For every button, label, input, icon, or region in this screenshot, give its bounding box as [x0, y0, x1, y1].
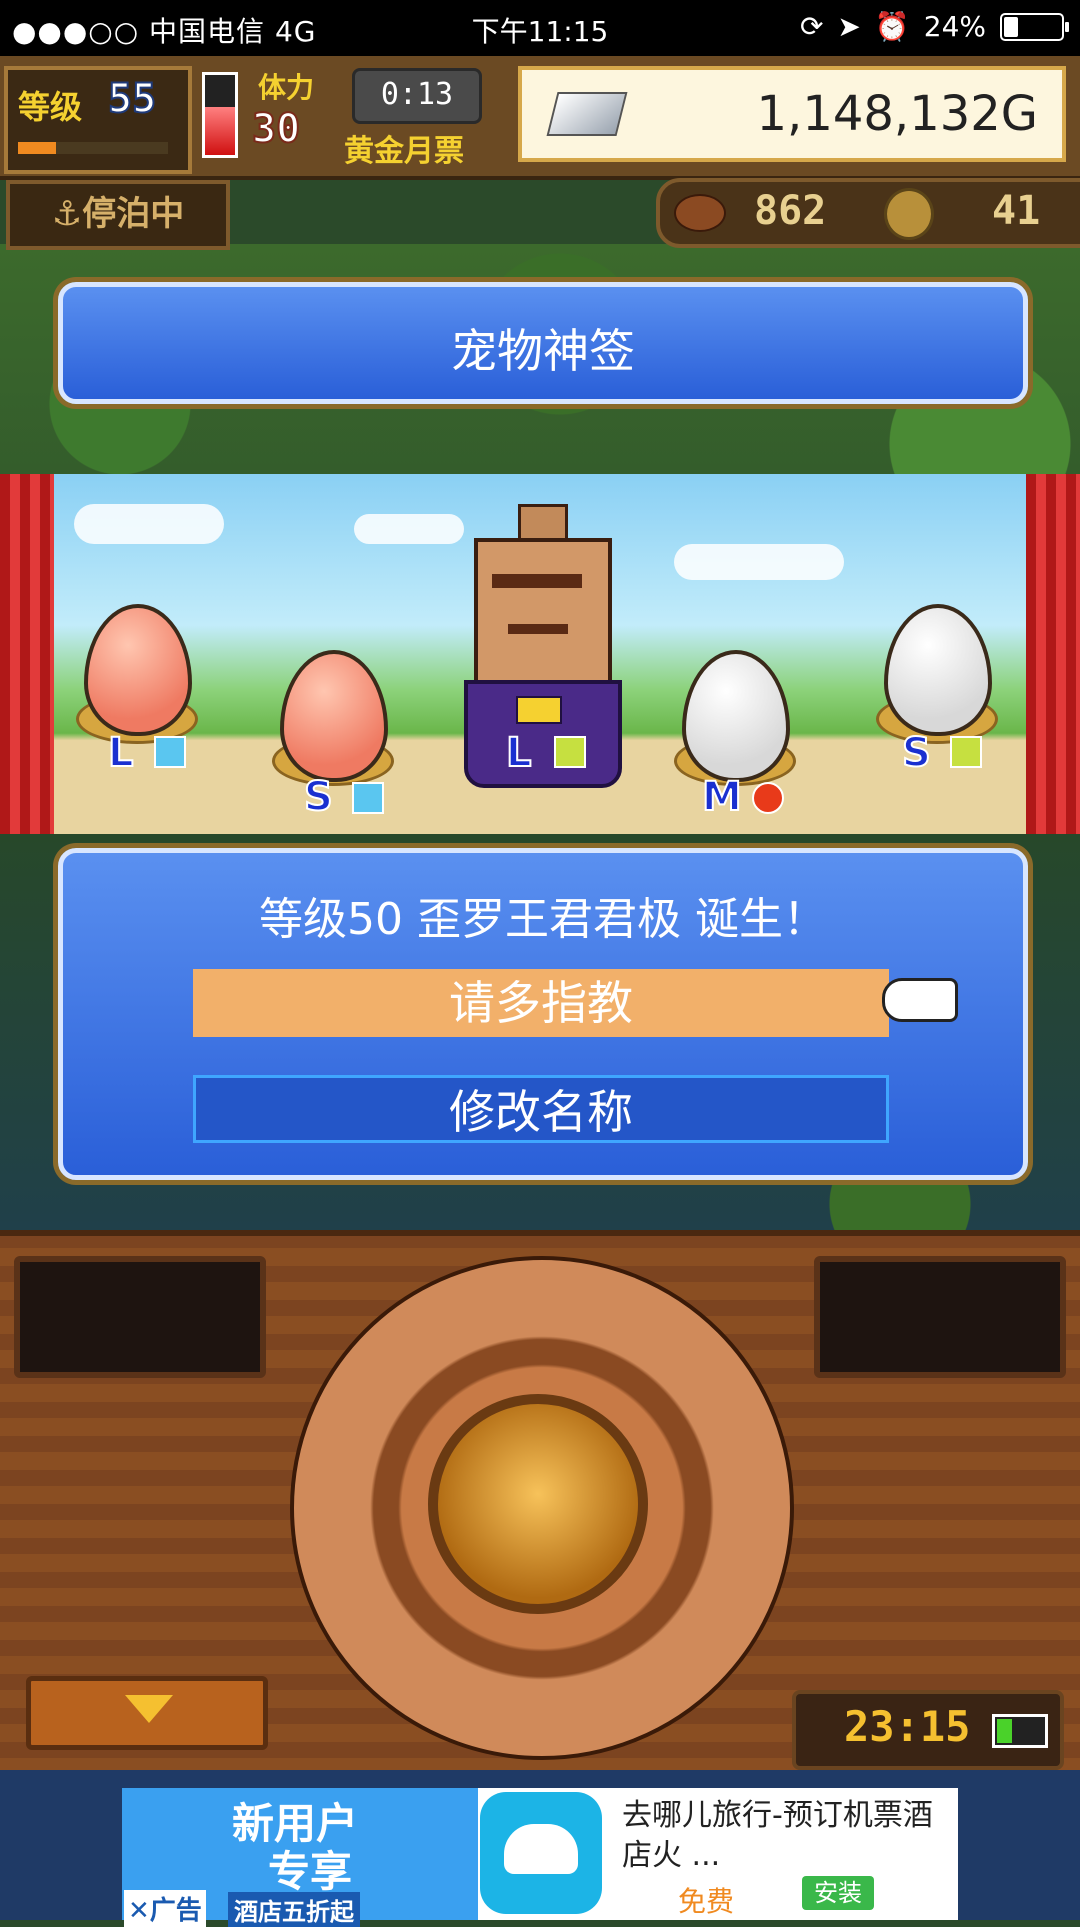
left-screen: [14, 1256, 266, 1378]
egg[interactable]: [84, 604, 192, 736]
scroll-down-button[interactable]: [26, 1676, 268, 1750]
ad-promo-line2: 专享: [268, 1847, 353, 1896]
panel-title: 宠物神签: [451, 324, 635, 378]
right-screen: [814, 1256, 1066, 1378]
status-bar: ●●●○○ 中国电信 4G 下午11:15 ⟳ ➤ ⏰ 24%: [0, 0, 1080, 56]
curtain-right: [1026, 474, 1080, 834]
center-action-button[interactable]: [428, 1394, 648, 1614]
level-progress-bar: [18, 142, 168, 154]
egg-size-label: M: [701, 773, 743, 821]
creature-brow: [492, 574, 582, 588]
ad-promo-image[interactable]: 新用户 专享 酒店五折起 ✕广告: [122, 1788, 478, 1927]
medal-icon: [884, 188, 934, 240]
rename-button[interactable]: 修改名称: [193, 1075, 889, 1143]
wind-gem-icon: [554, 736, 586, 768]
stamina-value: 30: [251, 105, 301, 153]
gold-box[interactable]: 1,148,132G: [518, 66, 1066, 162]
resource-bar: 862 41: [656, 178, 1080, 248]
ad-close-tag[interactable]: ✕广告: [124, 1890, 206, 1927]
fire-gem-icon: [752, 782, 784, 814]
cloud: [674, 544, 844, 580]
battery-icon: [1000, 12, 1069, 41]
stamina-gauge: [202, 72, 238, 158]
gold-amount: 1,148,132G: [756, 86, 1038, 142]
silver-bar-icon: [546, 92, 628, 136]
lock-rotation-icon: ⟳: [799, 10, 824, 43]
docked-status-label: 停泊中: [82, 194, 185, 234]
egg-size-label: L: [505, 729, 532, 777]
birth-message: 等级50 歪罗王君君极 诞生！: [259, 894, 827, 945]
pointing-hand-icon: [882, 978, 958, 1022]
ad-promo-line3: 酒店五折起: [228, 1892, 360, 1927]
location-icon: ➤: [837, 10, 861, 43]
curtain-left: [0, 474, 54, 834]
pet-creature[interactable]: [464, 504, 622, 804]
battery-percent: 24%: [923, 10, 986, 43]
level-progress-fill: [18, 142, 56, 154]
egg[interactable]: [884, 604, 992, 736]
docked-status-button[interactable]: ⚓停泊中: [6, 180, 230, 250]
level-box[interactable]: 等级 55: [4, 66, 192, 174]
creature-mouth: [508, 624, 568, 634]
down-arrow-icon: [125, 1695, 173, 1723]
cloud: [354, 514, 464, 544]
stamina-label: 体力: [258, 71, 315, 104]
medal-count: 41: [992, 188, 1041, 234]
title-panel: 宠物神签: [58, 282, 1028, 404]
console-battery-fill: [997, 1719, 1012, 1743]
status-right: ⟳ ➤ ⏰ 24%: [799, 10, 1069, 43]
ad-price: 免费: [678, 1885, 735, 1918]
egg-size-label: L: [107, 729, 134, 777]
wind-gem-icon: [950, 736, 982, 768]
camel-icon: [504, 1824, 578, 1874]
egg[interactable]: [682, 650, 790, 782]
stamina-fill: [205, 107, 235, 155]
ad-title[interactable]: 去哪儿旅行-预订机票酒店火 ...: [622, 1796, 942, 1876]
gold-pass-label[interactable]: 黄金月票: [344, 126, 464, 170]
meat-icon: [674, 194, 726, 232]
console-time: 23:15: [844, 1702, 971, 1751]
meat-count: 862: [754, 188, 827, 234]
birth-dialog: 等级50 歪罗王君君极 诞生！ 请多指教 修改名称: [58, 848, 1028, 1180]
level-value: 55: [107, 75, 157, 123]
cloud: [74, 504, 224, 544]
creature-head: [474, 538, 612, 688]
ad-banner[interactable]: 新用户 专享 酒店五折起 ✕广告 去哪儿旅行-预订机票酒店火 ... 免费 安装: [122, 1788, 958, 1927]
alarm-icon: ⏰: [874, 10, 910, 43]
battery-fill: [1004, 16, 1019, 37]
ice-gem-icon: [154, 736, 186, 768]
egg-size-label: S: [303, 773, 334, 821]
egg-size-label: S: [901, 729, 932, 777]
ad-install-button[interactable]: 安装: [802, 1876, 874, 1910]
ok-button[interactable]: 请多指教: [193, 969, 889, 1037]
egg[interactable]: [280, 650, 388, 782]
console-battery-icon: [992, 1714, 1048, 1748]
camel-app-icon[interactable]: [480, 1792, 602, 1914]
top-hud: 等级 55 体力 30 0:13 黄金月票 1,148,132G: [0, 56, 1080, 180]
ice-gem-icon: [352, 782, 384, 814]
egg-scene: L S L M S: [54, 474, 1026, 834]
console-clock: 23:15: [792, 1690, 1064, 1770]
stamina-timer: 0:13: [352, 68, 482, 124]
level-label: 等级: [18, 88, 83, 126]
creature-badge: [516, 696, 562, 724]
